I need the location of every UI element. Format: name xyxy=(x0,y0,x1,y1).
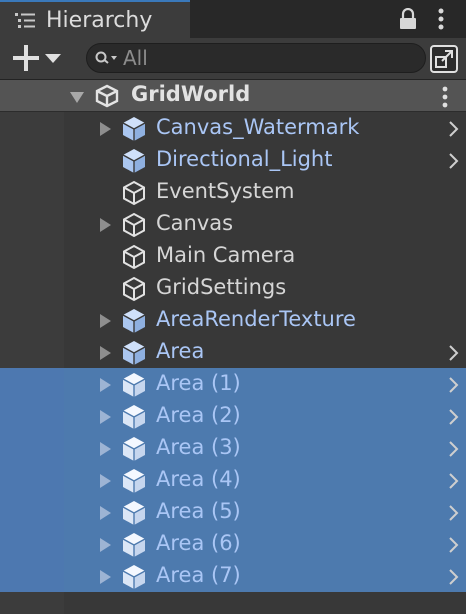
expand-arrow-icon[interactable] xyxy=(98,377,112,393)
prefab-cube-icon xyxy=(122,469,146,493)
chevron-right-icon[interactable] xyxy=(448,440,460,458)
chevron-right-icon[interactable] xyxy=(448,376,460,394)
hierarchy-item[interactable]: Area (3) xyxy=(0,432,466,464)
chevron-right-icon[interactable] xyxy=(448,536,460,554)
hierarchy-item[interactable]: AreaRenderTexture xyxy=(64,304,466,336)
hierarchy-item[interactable]: Canvas_Watermark xyxy=(64,112,466,144)
hierarchy-item[interactable]: Canvas xyxy=(64,208,466,240)
hierarchy-item[interactable]: Area (5) xyxy=(0,496,466,528)
search-icon xyxy=(95,51,117,64)
chevron-right-icon[interactable] xyxy=(448,568,460,586)
hierarchy-list-icon xyxy=(15,13,35,28)
chevron-right-icon[interactable] xyxy=(448,152,460,170)
chevron-right-icon[interactable] xyxy=(448,504,460,522)
search-input[interactable] xyxy=(123,45,413,71)
hierarchy-item[interactable]: Area (7) xyxy=(0,560,466,592)
prefab-cube-icon xyxy=(122,565,146,589)
hierarchy-item-label: Area (1) xyxy=(156,371,241,395)
scene-header[interactable]: GridWorld xyxy=(0,80,466,112)
expand-arrow-down-icon[interactable] xyxy=(68,90,86,104)
hierarchy-item-label: Area (4) xyxy=(156,467,241,491)
expand-arrow-icon[interactable] xyxy=(98,121,112,137)
hierarchy-item[interactable]: Area (6) xyxy=(0,528,466,560)
expand-arrow-icon[interactable] xyxy=(98,569,112,585)
popout-icon[interactable] xyxy=(428,43,460,75)
hierarchy-item-label: Area (7) xyxy=(156,563,241,587)
hierarchy-item-label: Area (2) xyxy=(156,403,241,427)
expand-arrow-icon[interactable] xyxy=(98,345,112,361)
unity-logo-icon xyxy=(95,84,119,108)
hierarchy-item-label: Canvas xyxy=(156,211,234,235)
prefab-cube-icon xyxy=(122,117,146,141)
add-object-button[interactable] xyxy=(8,42,66,74)
chevron-right-icon[interactable] xyxy=(448,408,460,426)
hierarchy-item[interactable]: Directional_Light xyxy=(64,144,466,176)
prefab-cube-icon xyxy=(122,149,146,173)
hierarchy-item-label: Area xyxy=(156,339,205,363)
hierarchy-item-label: EventSystem xyxy=(156,179,295,203)
expand-arrow-icon[interactable] xyxy=(98,441,112,457)
hierarchy-item-label: Area (6) xyxy=(156,531,241,555)
hierarchy-item-label: AreaRenderTexture xyxy=(156,307,356,331)
expand-arrow-icon[interactable] xyxy=(98,409,112,425)
prefab-cube-icon xyxy=(122,501,146,525)
gameobject-cube-icon xyxy=(123,276,145,302)
more-options-icon[interactable] xyxy=(434,8,448,30)
expand-arrow-icon[interactable] xyxy=(98,217,112,233)
tab-hierarchy[interactable]: Hierarchy xyxy=(0,0,190,38)
hierarchy-item-label: Directional_Light xyxy=(156,147,333,171)
scene-name: GridWorld xyxy=(131,82,251,106)
window-title: Hierarchy xyxy=(46,8,153,33)
prefab-cube-icon xyxy=(122,373,146,397)
hierarchy-item[interactable]: GridSettings xyxy=(64,272,466,304)
hierarchy-item[interactable]: Main Camera xyxy=(64,240,466,272)
scene-menu-icon[interactable] xyxy=(440,86,450,108)
search-field[interactable] xyxy=(86,43,426,73)
hierarchy-item[interactable]: EventSystem xyxy=(64,176,466,208)
prefab-cube-icon xyxy=(122,405,146,429)
hierarchy-item-label: GridSettings xyxy=(156,275,287,299)
gameobject-cube-icon xyxy=(123,180,145,206)
hierarchy-item[interactable]: Area (2) xyxy=(0,400,466,432)
hierarchy-item-label: Area (3) xyxy=(156,435,241,459)
chevron-right-icon[interactable] xyxy=(448,120,460,138)
expand-arrow-icon[interactable] xyxy=(98,505,112,521)
chevron-right-icon[interactable] xyxy=(448,344,460,362)
gameobject-cube-icon xyxy=(123,212,145,238)
prefab-cube-icon xyxy=(122,437,146,461)
hierarchy-item[interactable]: Area (1) xyxy=(0,368,466,400)
hierarchy-item-label: Canvas_Watermark xyxy=(156,115,360,139)
prefab-cube-icon xyxy=(122,533,146,557)
chevron-right-icon[interactable] xyxy=(448,472,460,490)
prefab-cube-icon xyxy=(122,309,146,333)
gameobject-cube-icon xyxy=(123,244,145,270)
hierarchy-item[interactable]: Area (4) xyxy=(0,464,466,496)
hierarchy-toolbar xyxy=(0,38,466,80)
expand-arrow-icon[interactable] xyxy=(98,537,112,553)
expand-arrow-icon[interactable] xyxy=(98,473,112,489)
hierarchy-item[interactable]: Area xyxy=(64,336,466,368)
expand-arrow-icon[interactable] xyxy=(98,313,112,329)
prefab-cube-icon xyxy=(122,341,146,365)
lock-icon[interactable] xyxy=(398,8,418,30)
hierarchy-item-label: Main Camera xyxy=(156,243,296,267)
tab-bar: Hierarchy xyxy=(0,0,466,38)
hierarchy-item-label: Area (5) xyxy=(156,499,241,523)
